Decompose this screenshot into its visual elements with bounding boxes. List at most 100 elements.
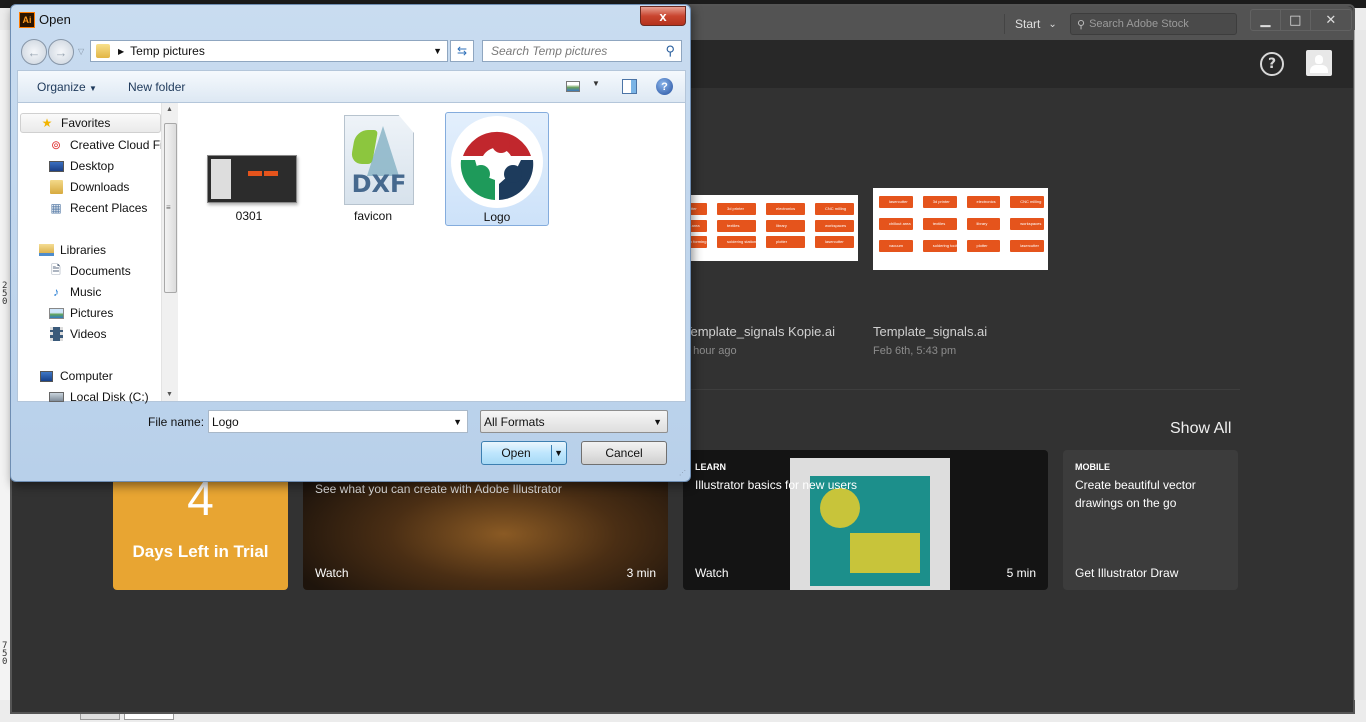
recent-locations-dropdown[interactable]: ▽ [78, 47, 84, 56]
trial-label: Days Left in Trial [132, 542, 269, 561]
file-item-selected[interactable]: Logo [445, 112, 549, 226]
signal-tag: CNC milling [815, 203, 854, 215]
show-all-link[interactable]: Show All [1170, 420, 1231, 438]
video-card-basics[interactable]: LEARN Illustrator basics for new users W… [683, 450, 1048, 590]
file-item[interactable]: 0301 [197, 112, 301, 226]
mobile-card[interactable]: MOBILE Create beautiful vector drawings … [1063, 450, 1238, 590]
scroll-down-icon[interactable]: ▼ [166, 391, 173, 398]
breadcrumb-arrow-icon[interactable]: ▶ [118, 47, 124, 56]
local-disk-icon [48, 389, 64, 405]
nav-documents[interactable]: 🗎 Documents [48, 261, 131, 281]
file-name: favicon [353, 209, 393, 223]
file-name-input[interactable]: Logo ▼ [208, 410, 468, 433]
nav-creative-cloud[interactable]: ⊚ Creative Cloud Fi [48, 135, 163, 155]
get-app-link[interactable]: Get Illustrator Draw [1075, 566, 1178, 580]
nav-computer[interactable]: Computer [38, 366, 113, 386]
dialog-body: ★ Favorites ⊚ Creative Cloud Fi Desktop Do… [17, 102, 686, 404]
refresh-button[interactable]: ⇆ [450, 40, 474, 62]
change-view-icon[interactable] [566, 81, 580, 92]
file-type-select[interactable]: All Formats ▼ [480, 410, 668, 433]
signal-tag: textiles [717, 219, 756, 232]
creative-cloud-icon: ⊚ [50, 138, 62, 152]
scroll-up-icon[interactable]: ▲ [166, 106, 173, 113]
recent-file-name[interactable]: Template_signals.ai [873, 324, 987, 339]
star-icon: ★ [41, 116, 53, 130]
open-dialog: Ai Open x ← → ▽ ▶ Temp pictures ▼ ⇆ Sear… [10, 4, 691, 482]
nav-local-disk[interactable]: Local Disk (C:) [48, 387, 149, 407]
open-options-dropdown[interactable]: ▼ [554, 448, 563, 458]
help-icon: ? [1267, 56, 1277, 72]
computer-icon [38, 368, 54, 384]
user-icon [1315, 55, 1323, 64]
search-icon[interactable]: ⚲ [665, 43, 675, 59]
nav-pictures[interactable]: Pictures [48, 303, 113, 323]
help-button[interactable]: ? [1260, 52, 1284, 76]
open-button[interactable]: Open ▼ [481, 441, 567, 465]
recent-file-name[interactable]: Template_signals Kopie.ai [684, 324, 835, 339]
back-button[interactable]: ← [21, 39, 47, 65]
minimize-button[interactable]: ▁ [1251, 10, 1281, 30]
close-button[interactable]: ✕ [1311, 10, 1351, 30]
signal-tag: soldering station [717, 236, 756, 249]
search-icon: ⚲ [1077, 18, 1086, 31]
nav-desktop[interactable]: Desktop [48, 156, 114, 176]
resize-grip[interactable]: ⋰ [679, 469, 686, 477]
window-controls: ▁ □ ✕ [1250, 9, 1352, 31]
nav-favorites[interactable]: ★ Favorites [20, 113, 161, 133]
help-icon[interactable]: ? [656, 78, 673, 95]
signal-tag: vacuum [879, 240, 913, 252]
signal-tag: textiles [922, 218, 957, 230]
forward-button[interactable]: → [48, 39, 74, 65]
signal-tag: workspaces [815, 219, 854, 232]
chevron-down-icon: ⌄ [1048, 18, 1057, 30]
minimize-icon: ▁ [1260, 12, 1271, 28]
signal-tag: plotter [966, 240, 1001, 252]
nav-downloads[interactable]: Downloads [48, 177, 129, 197]
signal-tag: lasercutter [815, 236, 854, 249]
trial-days: 4 [187, 473, 214, 526]
music-icon: ♪ [53, 285, 59, 299]
signal-tag: library [766, 219, 805, 232]
dialog-close-button[interactable]: x [640, 6, 686, 26]
new-folder-button[interactable]: New folder [128, 80, 185, 94]
signal-tag: 3d printer [717, 203, 756, 215]
file-name: 0301 [235, 209, 263, 223]
card-title: Create beautiful vector drawings on the … [1075, 478, 1196, 510]
chevron-down-icon[interactable]: ▼ [592, 79, 600, 88]
arrow-left-icon: ← [27, 44, 41, 60]
nav-recent-places[interactable]: ▦ Recent Places [48, 198, 147, 218]
address-bar[interactable]: ▶ Temp pictures ▼ [90, 40, 448, 62]
nav-music[interactable]: ♪ Music [48, 282, 101, 302]
recent-file-thumbnail[interactable]: lasercutter 3d printer electronics CNC mill… [662, 195, 858, 261]
file-item[interactable]: DXF favicon [321, 112, 425, 226]
downloads-icon [48, 179, 64, 195]
maximize-button[interactable]: □ [1281, 10, 1311, 30]
recent-file-date: 1 hour ago [684, 345, 737, 357]
preview-pane-icon[interactable] [622, 79, 637, 94]
arrow-right-icon: → [54, 44, 68, 60]
dialog-title: Open [39, 12, 71, 27]
chevron-down-icon[interactable]: ▼ [433, 46, 442, 56]
nav-scrollbar[interactable]: ▲ ≡ ▼ [161, 103, 178, 401]
chevron-down-icon: ▼ [653, 416, 662, 427]
signal-tag: electronics [766, 203, 805, 215]
organize-menu[interactable]: Organize ▼ [37, 80, 97, 94]
folder-search-input[interactable]: Search Temp pictures ⚲ [482, 40, 682, 62]
breadcrumb-item[interactable]: Temp pictures [130, 44, 205, 58]
workspace-switcher[interactable]: Start ⌄ [1004, 14, 1057, 34]
documents-icon: 🗎 [51, 262, 61, 277]
background-scrollbar [1354, 30, 1366, 700]
signal-tag: electronics [966, 196, 1001, 208]
recent-file-thumbnail[interactable]: lasercutter 3d printer electronics CNC mill… [873, 188, 1048, 270]
watch-link[interactable]: Watch [695, 566, 729, 580]
cancel-button[interactable]: Cancel [581, 441, 667, 465]
chevron-down-icon[interactable]: ▼ [453, 417, 462, 427]
user-avatar[interactable] [1306, 50, 1332, 76]
nav-videos[interactable]: Videos [48, 324, 106, 344]
nav-libraries[interactable]: Libraries [38, 240, 106, 260]
illustrator-app-icon: Ai [19, 12, 35, 28]
stock-search-input[interactable]: ⚲ Search Adobe Stock [1070, 13, 1237, 35]
signal-tag: library [966, 218, 1001, 230]
watch-link[interactable]: Watch [315, 566, 349, 580]
signal-tag: chillout area [879, 218, 913, 230]
